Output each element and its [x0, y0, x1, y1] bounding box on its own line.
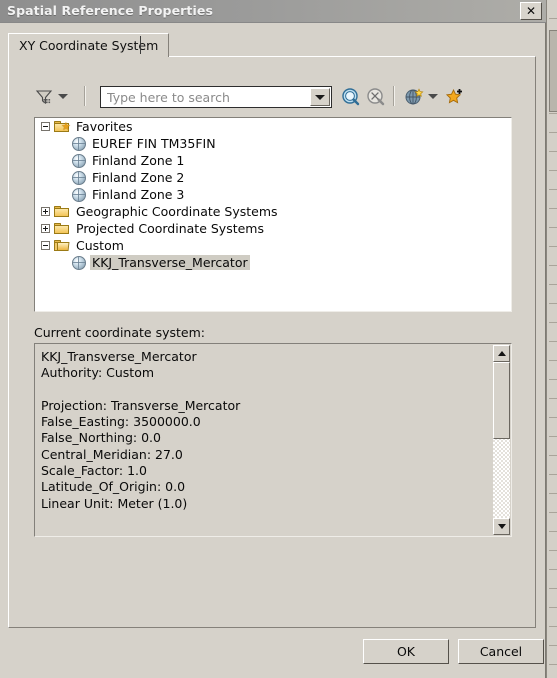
tree-item-label: EUREF FIN TM35FIN — [92, 136, 216, 151]
ok-button[interactable]: OK — [363, 639, 449, 664]
globe-star-glyph — [405, 88, 424, 105]
chevron-down-glyph — [315, 94, 325, 100]
globe-icon — [72, 153, 86, 168]
dialog-titlebar: Spatial Reference Properties ✕ — [0, 0, 546, 23]
tree-item[interactable]: Finland Zone 3 — [35, 186, 511, 203]
tree-item-label: Favorites — [76, 119, 133, 134]
globe-icon — [72, 255, 86, 270]
spatial-reference-properties-dialog: Spatial Reference Properties ✕ XY Coordi… — [0, 0, 546, 678]
triangle-up-icon — [497, 351, 506, 356]
tree-item-label: Finland Zone 3 — [92, 187, 185, 202]
tree-item[interactable]: KKJ_Transverse_Mercator — [35, 254, 511, 271]
scrollbar-up-button[interactable] — [493, 345, 510, 362]
globe-icon — [72, 187, 86, 202]
filter-funnel-glyph — [35, 90, 53, 105]
tree-item[interactable]: Projected Coordinate Systems — [35, 220, 511, 237]
close-icon: ✕ — [525, 4, 537, 18]
close-button[interactable]: ✕ — [520, 2, 542, 20]
toolbar-separator-2 — [393, 86, 395, 106]
magnifier-clear-glyph — [367, 88, 385, 106]
tab-label: XY Coordinate System — [19, 38, 159, 53]
folder-body — [54, 242, 70, 251]
favorites-star-badge-icon: ★ — [61, 120, 71, 133]
folder-icon — [54, 205, 70, 218]
xy-coordinate-system-panel: ★ Favorites EUREF FIN TM35FIN Finland Zone … — [8, 56, 536, 628]
current-coordinate-system-label: Current coordinate system: — [34, 325, 205, 340]
tree-item[interactable]: Geographic Coordinate Systems — [35, 203, 511, 220]
globe-icon — [72, 170, 86, 185]
expand-plus-icon[interactable] — [41, 207, 50, 216]
magnifier-clear-icon[interactable] — [366, 87, 386, 107]
tree-item-label: KKJ_Transverse_Mercator — [90, 255, 250, 270]
star-plus-icon[interactable] — [445, 87, 465, 107]
tree-item[interactable]: Finland Zone 1 — [35, 152, 511, 169]
globe-icon — [72, 136, 86, 151]
search-input[interactable] — [101, 87, 305, 107]
favorites-folder-icon: ★ — [54, 120, 71, 133]
tree-item[interactable]: ★ Favorites — [35, 118, 511, 135]
tree-item-label: Projected Coordinate Systems — [76, 221, 264, 236]
collapse-minus-icon[interactable] — [41, 122, 50, 131]
folder-body — [54, 208, 69, 217]
current-coordinate-system-text: KKJ_Transverse_Mercator Authority: Custo… — [41, 349, 241, 511]
scrollbar-thumb[interactable] — [493, 362, 510, 439]
tree-item-label: Custom — [76, 238, 124, 253]
folder-body — [54, 225, 69, 234]
favorites-dropdown-chevron-down-icon[interactable] — [428, 94, 438, 99]
star-plus-glyph — [445, 88, 462, 104]
globe-star-icon[interactable] — [404, 87, 424, 107]
coordinate-system-toolbar — [34, 83, 474, 111]
current-coordinate-system-box: KKJ_Transverse_Mercator Authority: Custo… — [34, 343, 512, 537]
tree-item-label: Finland Zone 2 — [92, 170, 185, 185]
collapse-minus-icon[interactable] — [41, 241, 50, 250]
folder-open-icon — [54, 239, 70, 252]
triangle-down-icon — [497, 524, 506, 529]
magnifier-search-icon[interactable] — [341, 87, 361, 107]
tree-rows: ★ Favorites EUREF FIN TM35FIN Finland Zone … — [35, 118, 511, 271]
filter-dropdown-chevron-down-icon[interactable] — [58, 94, 68, 99]
tree-item-label: Finland Zone 1 — [92, 153, 185, 168]
background-window-scrollbar-thumb — [549, 30, 557, 112]
expand-plus-icon[interactable] — [41, 224, 50, 233]
dialog-title: Spatial Reference Properties — [7, 3, 213, 18]
scrollbar-down-button[interactable] — [493, 518, 510, 535]
current-coordinate-system-scrollbar[interactable] — [493, 345, 510, 535]
search-combobox[interactable] — [100, 86, 332, 108]
scrollbar-track[interactable] — [493, 362, 510, 518]
tab-xy-coordinate-system[interactable]: XY Coordinate System — [8, 33, 170, 57]
cancel-button[interactable]: Cancel — [458, 639, 544, 664]
tree-item[interactable]: EUREF FIN TM35FIN — [35, 135, 511, 152]
tree-item[interactable]: Finland Zone 2 — [35, 169, 511, 186]
tree-item-label: Geographic Coordinate Systems — [76, 204, 278, 219]
search-combobox-chevron-down-icon[interactable] — [310, 88, 330, 106]
coordinate-system-tree[interactable]: ★ Favorites EUREF FIN TM35FIN Finland Zone … — [34, 117, 512, 312]
filter-funnel-icon[interactable] — [34, 87, 54, 107]
toolbar-separator-1 — [84, 86, 86, 106]
tree-item[interactable]: Custom — [35, 237, 511, 254]
magnifier-search-glyph — [342, 88, 360, 106]
tab-focus-caret — [140, 36, 141, 54]
background-window-strip — [546, 0, 557, 678]
folder-icon — [54, 222, 70, 235]
